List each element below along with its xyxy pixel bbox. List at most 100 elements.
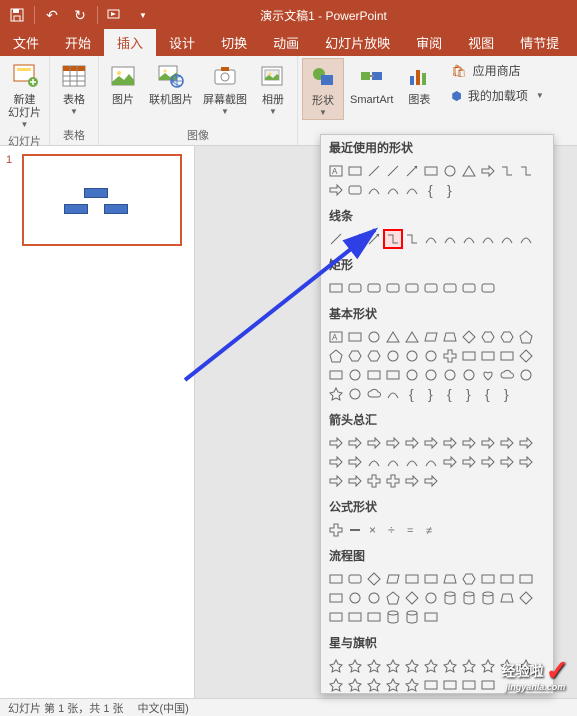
shape-item[interactable] [403, 181, 421, 199]
shape-item[interactable] [403, 570, 421, 588]
shape-item[interactable] [460, 570, 478, 588]
shape-item[interactable] [327, 434, 345, 452]
shape-item[interactable] [327, 181, 345, 199]
shape-item[interactable] [403, 230, 421, 248]
shape-item[interactable] [384, 676, 402, 694]
shape-item[interactable] [441, 328, 459, 346]
start-from-beginning-icon[interactable] [104, 4, 126, 26]
shape-item[interactable] [479, 453, 497, 471]
shape-item[interactable]: { [422, 181, 440, 199]
shape-item[interactable] [479, 570, 497, 588]
shape-item[interactable] [403, 328, 421, 346]
tab-transitions[interactable]: 切换 [208, 29, 260, 56]
shape-item[interactable] [517, 366, 535, 384]
shape-item[interactable] [441, 279, 459, 297]
shape-item[interactable] [460, 347, 478, 365]
shape-item[interactable]: ÷ [384, 521, 402, 539]
shape-item[interactable] [517, 589, 535, 607]
shape-item[interactable] [346, 608, 364, 626]
shape-item[interactable] [422, 608, 440, 626]
shape-item[interactable] [479, 230, 497, 248]
shape-item[interactable] [327, 608, 345, 626]
undo-icon[interactable]: ↶ [41, 4, 63, 26]
shape-item[interactable] [365, 608, 383, 626]
shape-item[interactable] [422, 230, 440, 248]
shape-item[interactable] [517, 570, 535, 588]
shape-item[interactable] [403, 608, 421, 626]
shape-item[interactable] [327, 385, 345, 403]
shape-item[interactable] [498, 589, 516, 607]
shape-item[interactable]: } [498, 385, 516, 403]
picture-button[interactable]: 图片 [103, 58, 143, 109]
chart-button[interactable]: 图表 [399, 58, 439, 109]
shape-item[interactable] [365, 162, 383, 180]
shape-item[interactable] [384, 472, 402, 490]
shape-item[interactable] [384, 385, 402, 403]
shape-item[interactable] [346, 589, 364, 607]
shape-item[interactable] [365, 347, 383, 365]
shape-item[interactable] [460, 328, 478, 346]
shape-item[interactable] [422, 434, 440, 452]
shape-item[interactable] [479, 589, 497, 607]
shape-item[interactable] [346, 366, 364, 384]
shape-item[interactable] [422, 328, 440, 346]
shape-item[interactable] [365, 279, 383, 297]
shape-item[interactable] [327, 472, 345, 490]
shape-item[interactable] [441, 676, 459, 694]
shape-item[interactable] [384, 589, 402, 607]
slide-1-thumbnail[interactable] [22, 154, 182, 246]
shape-item[interactable]: } [422, 385, 440, 403]
shape-item[interactable] [327, 230, 345, 248]
tab-home[interactable]: 开始 [52, 29, 104, 56]
language-indicator[interactable]: 中文(中国) [138, 700, 189, 716]
shape-item[interactable] [479, 279, 497, 297]
shape-item[interactable] [346, 521, 364, 539]
slide-thumbnail[interactable]: 1 [6, 154, 188, 246]
shape-item[interactable] [384, 366, 402, 384]
shape-item[interactable] [403, 589, 421, 607]
shape-item[interactable] [346, 434, 364, 452]
shape-item[interactable] [384, 181, 402, 199]
shape-item[interactable] [346, 676, 364, 694]
shape-item[interactable] [460, 676, 478, 694]
shape-item[interactable] [460, 162, 478, 180]
shape-item[interactable] [422, 472, 440, 490]
shape-item[interactable] [460, 589, 478, 607]
shape-item[interactable] [346, 570, 364, 588]
shape-item[interactable] [327, 279, 345, 297]
shape-item[interactable] [346, 472, 364, 490]
shape-item[interactable] [441, 347, 459, 365]
qat-dropdown-icon[interactable]: ▼ [132, 4, 154, 26]
shape-item[interactable] [422, 162, 440, 180]
shape-item[interactable] [498, 230, 516, 248]
shape-item[interactable] [346, 279, 364, 297]
my-addins-button[interactable]: ⬢ 我的加载项 ▼ [451, 87, 543, 104]
shape-item[interactable] [384, 347, 402, 365]
shape-item[interactable] [365, 181, 383, 199]
shape-item[interactable]: } [460, 385, 478, 403]
shape-item[interactable]: { [403, 385, 421, 403]
shape-item[interactable] [327, 589, 345, 607]
shape-item[interactable] [403, 366, 421, 384]
shape-item[interactable] [479, 434, 497, 452]
shape-item[interactable] [346, 347, 364, 365]
shape-item[interactable] [403, 676, 421, 694]
shape-item[interactable] [365, 472, 383, 490]
shape-item[interactable] [403, 347, 421, 365]
shape-item[interactable] [517, 162, 535, 180]
shape-item[interactable] [403, 162, 421, 180]
shape-item[interactable] [498, 162, 516, 180]
app-store-button[interactable]: 🛍 应用商店 [451, 62, 543, 79]
shape-item[interactable] [365, 328, 383, 346]
shape-item[interactable] [422, 589, 440, 607]
online-pictures-button[interactable]: 联机图片 [145, 58, 197, 109]
shape-item[interactable] [403, 453, 421, 471]
shape-item[interactable] [384, 162, 402, 180]
shape-item[interactable]: × [365, 521, 383, 539]
tab-slideshow[interactable]: 幻灯片放映 [312, 29, 403, 56]
shape-item[interactable] [517, 434, 535, 452]
shape-item[interactable] [403, 657, 421, 675]
shape-item[interactable]: A [327, 328, 345, 346]
shape-item[interactable] [422, 366, 440, 384]
shape-item[interactable] [422, 347, 440, 365]
